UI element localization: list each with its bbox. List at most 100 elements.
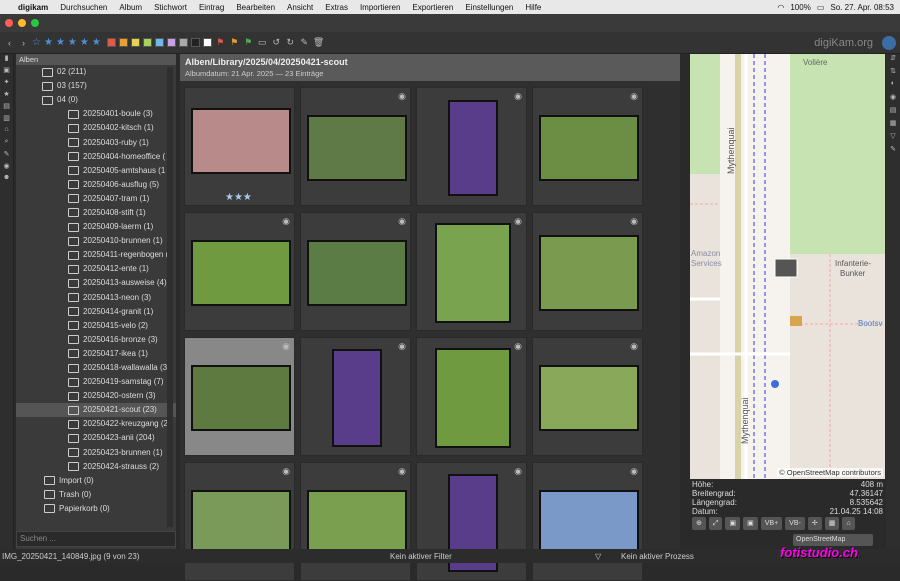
album-tree-item[interactable]: Import (0)	[16, 474, 176, 488]
rotate-left-icon[interactable]: ↺	[271, 37, 282, 48]
clock[interactable]: So. 27. Apr. 08:53	[830, 3, 894, 12]
thumbnail-item[interactable]: ◉	[300, 212, 411, 331]
thumbnail-image[interactable]	[190, 364, 291, 431]
rating-3-icon[interactable]: ★	[68, 37, 77, 48]
color-label-3[interactable]	[142, 38, 152, 47]
similarity-icon[interactable]: ✎	[0, 150, 13, 162]
thumbnail-image[interactable]	[538, 364, 639, 431]
thumbnail-item[interactable]: ◉	[184, 212, 295, 331]
album-tree-item[interactable]: 02 (211)	[16, 65, 176, 79]
album-tree-item[interactable]: 20250401-boule (3)	[16, 107, 176, 121]
thumbnail-item[interactable]: ◉	[416, 337, 527, 456]
album-tree-item[interactable]: 20250416-bronze (3)	[16, 333, 176, 347]
menu-hilfe[interactable]: Hilfe	[519, 3, 547, 12]
map-button[interactable]: ✢	[807, 517, 822, 530]
color-label-1[interactable]	[118, 38, 128, 47]
album-tree-item[interactable]: 20250421-scout (23)	[16, 403, 176, 418]
map-button[interactable]: ▣	[743, 517, 758, 530]
album-tree-item[interactable]: 20250419-samstag (7)	[16, 375, 176, 389]
album-tree-item[interactable]: 20250422-kreuzgang (2	[16, 417, 176, 431]
rating-4-icon[interactable]: ★	[80, 37, 89, 48]
app-menu[interactable]: digikam	[12, 3, 54, 12]
filters-icon[interactable]: ▽	[886, 132, 900, 145]
thumbnail-image[interactable]	[306, 489, 407, 556]
close-button[interactable]	[5, 19, 13, 27]
minimize-button[interactable]	[18, 19, 26, 27]
thumbnail-item[interactable]: ◉	[184, 462, 295, 581]
thumbnail-image[interactable]	[190, 489, 291, 556]
thumbnail-image[interactable]	[434, 222, 511, 323]
thumbnail-item[interactable]: ◉	[532, 337, 643, 456]
map-button[interactable]: ▦	[824, 517, 840, 530]
battery-icon[interactable]: ▭	[817, 3, 825, 12]
labels-icon[interactable]: ★	[0, 90, 13, 102]
color-label-0[interactable]	[106, 38, 116, 47]
thumbnail-item[interactable]: ◉	[300, 337, 411, 456]
menu-stichwort[interactable]: Stichwort	[148, 3, 193, 12]
menu-durchsuchen[interactable]: Durchsuchen	[54, 3, 113, 12]
fuzzy-icon[interactable]: ⌂	[0, 126, 13, 138]
album-tree-item[interactable]: 20250417-ikea (1)	[16, 347, 176, 361]
properties-icon[interactable]: ⇵	[886, 54, 900, 67]
search-icon[interactable]: ⌕	[0, 138, 13, 150]
album-tree-item[interactable]: 20250413-ausweise (4)	[16, 276, 176, 290]
color-label-7[interactable]	[190, 38, 200, 47]
flag-green-icon[interactable]: ⚑	[243, 37, 254, 48]
color-label-6[interactable]	[178, 38, 188, 47]
map-button[interactable]: ▣	[725, 517, 741, 530]
thumbnail-image[interactable]	[306, 239, 407, 306]
thumbnail-image[interactable]	[331, 348, 382, 447]
album-tree-item[interactable]: 20250418-wallawalla (3	[16, 361, 176, 375]
album-tree-item[interactable]: 20250414-granit (1)	[16, 305, 176, 319]
rating-stars[interactable]: ★★★	[225, 192, 252, 203]
thumbnail-item[interactable]: ◉	[300, 462, 411, 581]
map-button[interactable]: VB+	[760, 517, 783, 530]
colors-icon[interactable]: ◐	[886, 80, 900, 93]
thumbnail-image[interactable]	[538, 489, 639, 556]
thumbnail-item[interactable]: ◉	[416, 462, 527, 581]
album-tree-item[interactable]: 20250406-ausflug (5)	[16, 178, 176, 192]
album-tree-item[interactable]: 20250412-ente (1)	[16, 262, 176, 276]
album-tree-item[interactable]: 20250408-stift (1)	[16, 206, 176, 220]
album-tree-item[interactable]: 20250424-strauss (2)	[16, 460, 176, 474]
edit-icon[interactable]: ✎	[299, 37, 310, 48]
album-tree-item[interactable]: 04 (0)	[16, 93, 176, 107]
map-icon[interactable]: ◉	[0, 162, 13, 174]
tags-tab-icon[interactable]: ▣	[0, 66, 13, 78]
slideshow-icon[interactable]: ▭	[257, 37, 268, 48]
versions-icon[interactable]: ▦	[886, 119, 900, 132]
color-label-2[interactable]	[130, 38, 140, 47]
captions-icon[interactable]: ▤	[886, 106, 900, 119]
album-tree-item[interactable]: 20250409-laerm (1)	[16, 220, 176, 234]
flag-red-icon[interactable]: ⚑	[215, 37, 226, 48]
metadata-icon[interactable]: ⇅	[886, 67, 900, 80]
delete-icon[interactable]: 🗑	[313, 37, 324, 48]
rating-1-icon[interactable]: ★	[44, 37, 53, 48]
album-tree-item[interactable]: 20250405-amtshaus (1	[16, 164, 176, 178]
menu-ansicht[interactable]: Ansicht	[281, 3, 319, 12]
album-tree-item[interactable]: 20250420-ostern (3)	[16, 389, 176, 403]
color-label-4[interactable]	[154, 38, 164, 47]
thumbnail-item[interactable]: ◉	[532, 212, 643, 331]
thumbnail-item[interactable]: ◉	[416, 87, 527, 206]
album-search-input[interactable]: Suchen ...	[16, 531, 176, 547]
zoom-button[interactable]	[31, 19, 39, 27]
thumbnail-item[interactable]: ◉	[416, 212, 527, 331]
menu-album[interactable]: Album	[113, 3, 148, 12]
thumbnail-item[interactable]: ◉	[300, 87, 411, 206]
filter-icon[interactable]: ▽	[595, 552, 621, 561]
menu-extras[interactable]: Extras	[319, 3, 354, 12]
album-tree-item[interactable]: 20250415-velo (2)	[16, 319, 176, 333]
back-icon[interactable]: ‹	[4, 38, 15, 48]
thumbnail-item[interactable]: ◉	[184, 337, 295, 456]
album-tree-item[interactable]: Papierkorb (0)	[16, 502, 176, 516]
album-tree-item[interactable]: 03 (157)	[16, 79, 176, 93]
forward-icon[interactable]: ›	[18, 38, 29, 48]
rotate-right-icon[interactable]: ↻	[285, 37, 296, 48]
album-tree-item[interactable]: 20250423-brunnen (1)	[16, 446, 176, 460]
album-tree-item[interactable]: 20250404-homeoffice (	[16, 150, 176, 164]
rating-filter-icon[interactable]: ☆	[32, 37, 41, 48]
map-button[interactable]: ⌂	[842, 517, 855, 530]
album-scrollbar[interactable]	[167, 67, 173, 527]
tools-icon[interactable]: ✎	[886, 145, 900, 158]
